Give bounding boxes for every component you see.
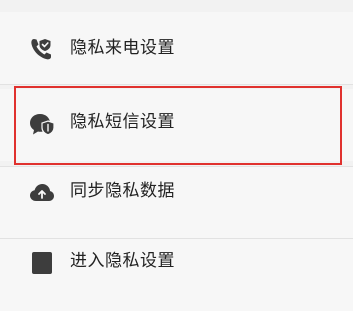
phone-shield-icon <box>31 39 51 60</box>
settings-icon <box>32 252 52 274</box>
menu-item-label: 隐私短信设置 <box>70 112 175 132</box>
cloud-upload-icon <box>30 184 54 201</box>
menu-item-label: 同步隐私数据 <box>70 181 175 201</box>
menu-item-enter-privacy-settings[interactable]: 进入隐私设置 <box>0 239 353 311</box>
menu-item-label: 隐私来电设置 <box>70 38 175 58</box>
menu-item-label: 进入隐私设置 <box>70 251 175 271</box>
menu-item-sync-privacy-data[interactable]: 同步隐私数据 <box>0 167 353 239</box>
menu-item-privacy-call-settings[interactable]: 隐私来电设置 <box>0 12 353 84</box>
menu-item-privacy-sms-settings[interactable]: 隐私短信设置 <box>0 89 353 161</box>
divider <box>0 84 353 85</box>
message-shield-icon <box>30 114 55 136</box>
privacy-settings-menu: 隐私来电设置 隐私短信设置 同步隐私数据 进入隐私设置 <box>0 0 353 311</box>
